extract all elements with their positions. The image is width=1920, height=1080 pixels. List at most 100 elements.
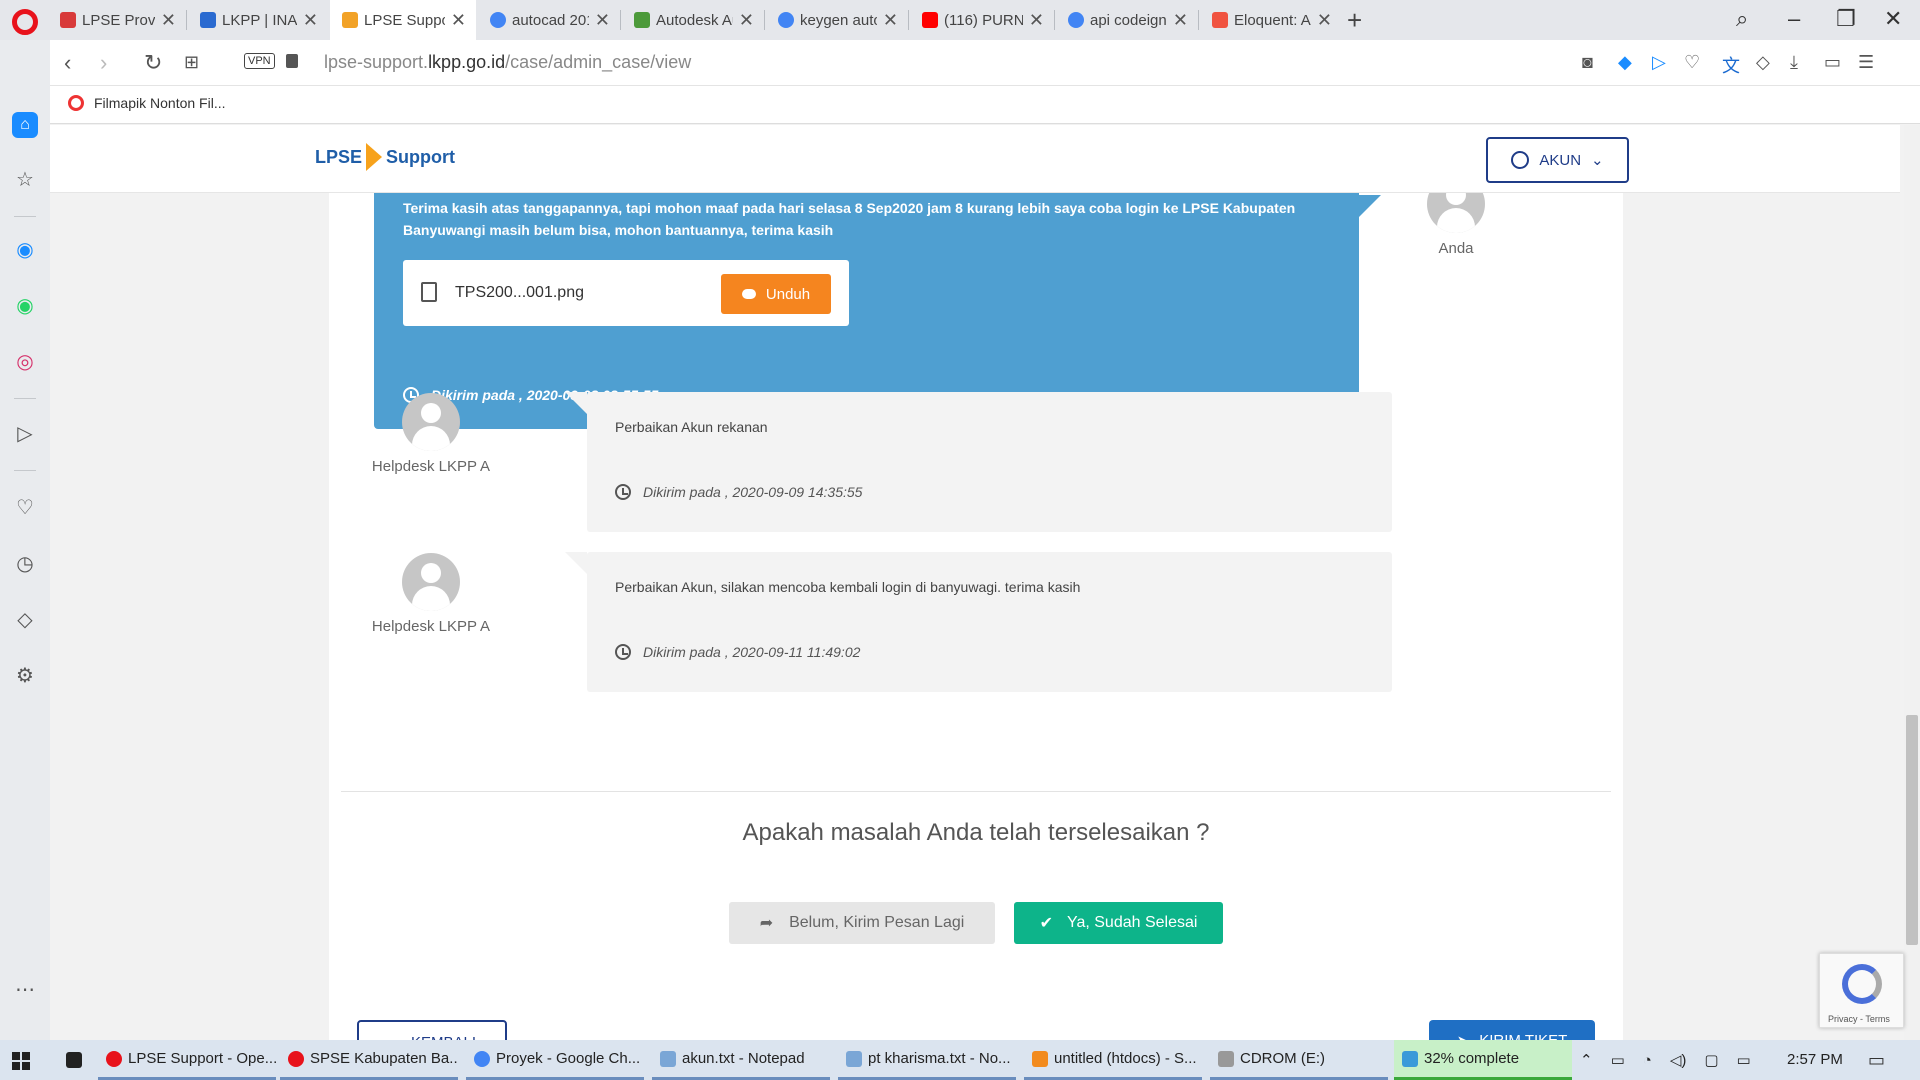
message-text: Perbaikan Akun rekanan [615,419,768,435]
tab-autodesk[interactable]: Autodesk Autoca✕ [622,0,764,40]
drive-icon [1218,1050,1234,1067]
instagram-icon[interactable]: ◎ [12,348,38,374]
sender-name: Anda [1438,240,1474,257]
recaptcha-icon [1842,964,1882,1004]
tablet-icon[interactable]: ▢ [1704,1051,1718,1069]
sender-name: Helpdesk LKPP A [371,618,491,635]
close-tab-icon[interactable]: ✕ [451,10,466,31]
minimize-icon[interactable]: – [1788,6,1800,32]
recaptcha-badge[interactable]: Privacy - Terms [1819,953,1904,1028]
search-tabs-icon[interactable]: ⌕ [1736,6,1748,32]
helpdesk-message: Perbaikan Akun rekanan Dikirim pada , 20… [565,392,1392,532]
chevron-up-icon[interactable]: ⌃ [1580,1051,1593,1069]
tab-youtube[interactable]: (116) PURNAMA✕ [910,0,1054,40]
send-icon[interactable]: ▷ [1652,52,1666,73]
windows-taskbar: LPSE Support - Ope... SPSE Kabupaten Ba.… [0,1040,1920,1080]
close-tab-icon[interactable]: ✕ [1317,10,1332,31]
tab-keygen[interactable]: keygen autocad✕ [766,0,908,40]
taskbar-clock[interactable]: 2:57 PM [1787,1051,1843,1068]
taskbar-app-notepad[interactable]: akun.txt - Notepad [652,1040,830,1080]
not-resolved-button[interactable]: ➦ Belum, Kirim Pesan Lagi [729,902,995,944]
star-icon[interactable]: ☆ [12,166,38,192]
close-tab-icon[interactable]: ✕ [1173,10,1188,31]
wifi-icon[interactable]: ◔ [1643,1052,1652,1069]
flow-send-icon[interactable]: ▷ [12,420,38,446]
resolved-button[interactable]: ✔ Ya, Sudah Selesai [1014,902,1223,944]
lock-icon[interactable] [286,54,298,68]
heart-icon[interactable]: ♡ [1684,52,1700,73]
more-icon[interactable]: ⋯ [12,976,38,1002]
download-button[interactable]: Unduh [721,274,831,314]
reply-icon: ➦ [759,915,774,932]
extensions-icon[interactable]: ◇ [12,606,38,632]
close-tab-icon[interactable]: ✕ [595,10,610,31]
tab-api-codeigniter[interactable]: api codeigniter 4✕ [1056,0,1198,40]
vpn-badge[interactable]: VPN [244,53,275,69]
tab-lpse-support[interactable]: LPSE Support✕ [330,0,476,40]
translate-icon[interactable]: 文 [1722,52,1740,78]
battery-icon[interactable]: ▭ [1611,1051,1625,1069]
taskbar-app-opera[interactable]: LPSE Support - Ope... [98,1040,276,1080]
message-text: Terima kasih atas tanggapannya, tapi moh… [403,200,1296,238]
cube-icon[interactable]: ◇ [1756,52,1770,73]
whatsapp-icon[interactable]: ◉ [12,292,38,318]
account-menu-button[interactable]: AKUN ⌄ [1486,137,1629,183]
opera-icon [288,1050,304,1067]
youtube-icon [922,12,938,28]
taskbar-app-copy-progress[interactable]: 32% complete [1394,1040,1572,1080]
sticky-notes-icon[interactable] [58,1040,86,1080]
tab-lpse-provinsi[interactable]: LPSE Provinsi Jav✕ [48,0,186,40]
history-icon[interactable]: ◷ [12,550,38,576]
divider [341,791,1611,792]
reload-icon[interactable]: ↻ [144,50,162,76]
bookmarks-bar: Filmapik Nonton Fil... [50,86,1920,124]
home-icon[interactable]: ⌂ [12,112,38,138]
windows-start-icon[interactable] [12,1052,30,1070]
url-field[interactable]: lpse-support.lkpp.go.id/case/admin_case/… [324,52,691,73]
battery-icon[interactable]: ▭ [1824,52,1841,73]
tab-eloquent[interactable]: Eloquent: API Re✕ [1200,0,1342,40]
network-icon[interactable]: ▭ [1737,1051,1751,1069]
volume-icon[interactable]: ◁) [1670,1051,1687,1069]
close-tab-icon[interactable]: ✕ [1029,10,1044,31]
browser-tab-bar: LPSE Provinsi Jav✕ LKPP | INAPROC✕ LPSE … [0,0,1920,40]
taskbar-app-opera-2[interactable]: SPSE Kabupaten Ba... [280,1040,458,1080]
tab-grid-icon[interactable]: ⊞ [184,52,199,73]
settings-icon[interactable]: ⚙ [12,662,38,688]
taskbar-app-cdrom[interactable]: CDROM (E:) [1210,1040,1388,1080]
tab-autocad-search[interactable]: autocad 2014 ku✕ [478,0,620,40]
shield-icon[interactable]: ◆ [1618,52,1632,73]
ticket-panel: Terima kasih atas tanggapannya, tapi moh… [329,175,1623,1040]
close-window-icon[interactable]: ✕ [1884,6,1902,32]
forward-icon[interactable]: › [100,50,107,76]
messenger-icon[interactable]: ◉ [12,236,38,262]
close-tab-icon[interactable]: ✕ [883,10,898,31]
notification-icon[interactable]: ▭ [1868,1050,1885,1071]
bookmark-item[interactable]: Filmapik Nonton Fil... [68,95,225,111]
taskbar-app-chrome[interactable]: Proyek - Google Ch... [466,1040,644,1080]
restore-icon[interactable]: ❐ [1836,6,1856,32]
wifi-icon [68,95,84,111]
easy-setup-icon[interactable]: ☰ [1858,52,1874,73]
close-tab-icon[interactable]: ✕ [303,10,318,31]
clock-icon [615,644,631,660]
scrollbar-thumb[interactable] [1906,715,1918,945]
tab-lkpp-inaproc[interactable]: LKPP | INAPROC✕ [188,0,328,40]
lpse-support-logo[interactable]: LPSE Support [315,143,455,171]
camera-icon[interactable]: ◙ [1582,52,1593,73]
notepad-icon [660,1050,676,1067]
tab-favicon-icon [60,12,76,28]
opera-logo-icon[interactable] [12,9,38,35]
new-tab-icon[interactable]: + [1347,5,1362,36]
taskbar-app-notepad-2[interactable]: pt kharisma.txt - No... [838,1040,1016,1080]
heart-icon[interactable]: ♡ [12,494,38,520]
system-tray: ⌃ ▭ ◔ ◁) ▢ ▭ [1580,1040,1751,1080]
close-tab-icon[interactable]: ✕ [739,10,754,31]
google-icon [1068,12,1084,28]
taskbar-app-sublime[interactable]: untitled (htdocs) - S... [1024,1040,1202,1080]
close-tab-icon[interactable]: ✕ [161,10,176,31]
message-text: Perbaikan Akun, silakan mencoba kembali … [615,579,1081,595]
message-timestamp: Dikirim pada , 2020-09-11 11:49:02 [615,644,860,660]
back-icon[interactable]: ‹ [64,50,71,76]
download-icon[interactable]: ⤓ [1790,52,1798,73]
